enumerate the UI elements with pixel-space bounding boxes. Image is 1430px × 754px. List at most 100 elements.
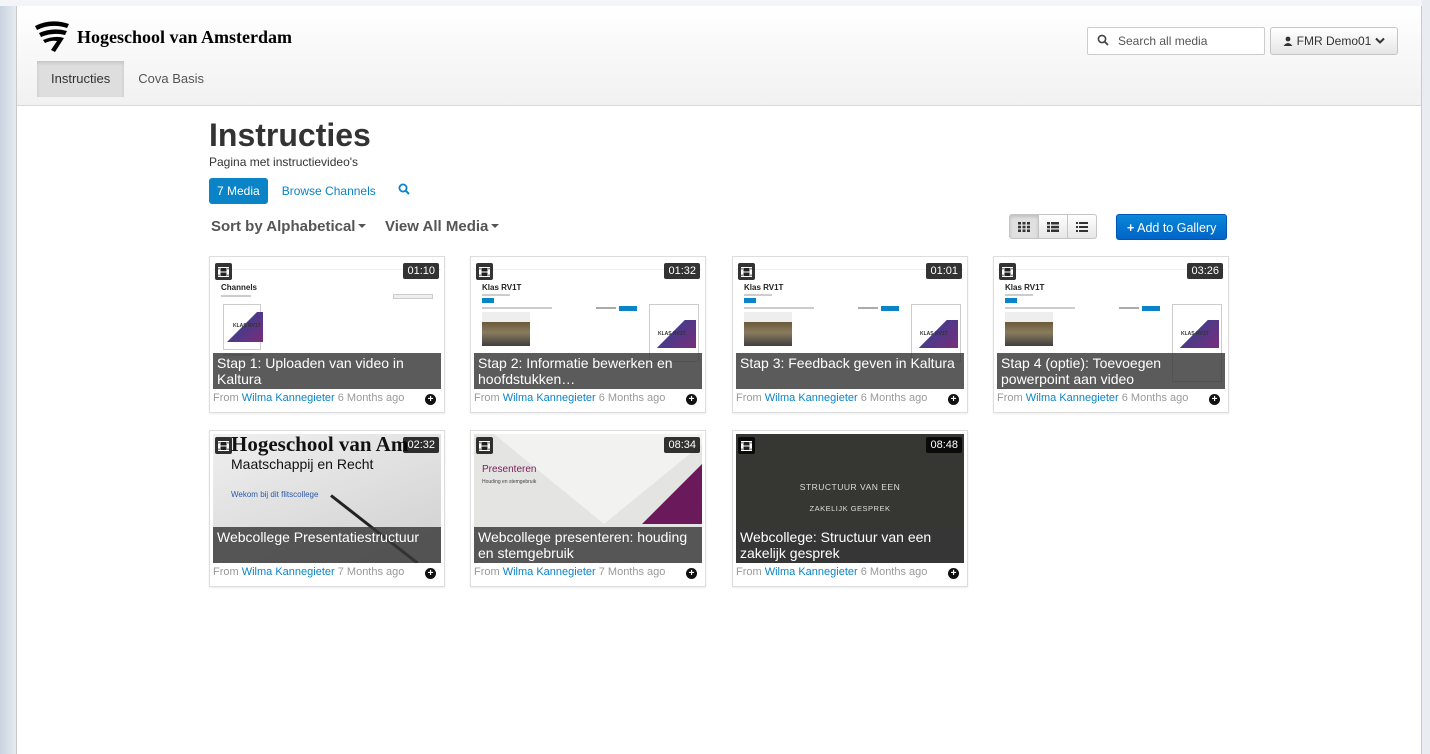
logo-text: Hogeschool van Amsterdam	[77, 26, 292, 47]
thumbnail-subtext: Houding en stemgebruik	[482, 479, 537, 485]
media-title[interactable]: Stap 3: Feedback geven in Kaltura	[736, 353, 964, 389]
sort-dropdown[interactable]: Sort by Alphabetical	[211, 218, 367, 235]
plus-icon: +	[1127, 221, 1135, 235]
duration-badge: 01:10	[403, 263, 439, 279]
detailed-view-button[interactable]	[1038, 214, 1068, 239]
media-title[interactable]: Stap 2: Informatie bewerken en hoofdstuk…	[474, 353, 702, 389]
author-link[interactable]: Wilma Kannegieter	[1026, 392, 1119, 404]
media-age: 6 Months ago	[1121, 392, 1189, 404]
hva-logo-icon	[35, 21, 69, 52]
nav-tab-cova-basis[interactable]: Cova Basis	[124, 61, 218, 97]
media-card: Klas RV1T KLAS RV1T 01:01 Stap 3: Feedba…	[732, 256, 968, 413]
from-label: From	[997, 392, 1023, 404]
media-thumbnail[interactable]: Klas RV1T KLAS RV1T 01:01 Stap 3: Feedba…	[736, 260, 964, 389]
list-icon	[1076, 221, 1088, 232]
media-title[interactable]: Webcollege Presentatiestructuur	[213, 527, 441, 563]
nav-tab-instructies[interactable]: Instructies	[37, 61, 125, 97]
window-right-edge	[1422, 0, 1430, 754]
author-link[interactable]: Wilma Kannegieter	[765, 566, 858, 578]
media-age: 6 Months ago	[337, 392, 405, 404]
duration-badge: 01:01	[926, 263, 962, 279]
from-label: From	[736, 392, 762, 404]
search-box	[1087, 27, 1265, 55]
media-thumbnail[interactable]: Presenteren Houding en stemgebruik 08:34…	[474, 434, 702, 563]
caret-down-icon	[491, 223, 500, 228]
tab-media[interactable]: 7 Media	[209, 178, 268, 204]
media-age: 6 Months ago	[860, 566, 928, 578]
media-thumbnail[interactable]: Hogeschool van Am Maatschappij en Recht …	[213, 434, 441, 563]
thumbnail-text: Presenteren	[482, 464, 537, 475]
duration-badge: 03:26	[1187, 263, 1223, 279]
film-icon	[215, 263, 232, 280]
chevron-down-icon	[1375, 37, 1386, 44]
add-to-gallery-button[interactable]: + Add to Gallery	[1116, 214, 1228, 240]
media-age: 7 Months ago	[337, 566, 405, 578]
view-label: View All Media	[385, 218, 489, 235]
thumbnail-text: Klas RV1T	[482, 283, 522, 292]
media-age: 6 Months ago	[598, 392, 666, 404]
media-title[interactable]: Stap 1: Uploaden van video in Kaltura	[213, 353, 441, 389]
media-thumbnail[interactable]: STRUCTUUR VAN EEN ZAKELIJK GESPREK 08:48…	[736, 434, 964, 563]
grid-view-button[interactable]	[1009, 214, 1039, 239]
th-list-icon	[1047, 221, 1059, 232]
author-link[interactable]: Wilma Kannegieter	[503, 392, 596, 404]
browser-viewport: Hogeschool van Amsterdam Instructies Cov…	[16, 6, 1422, 754]
gallery-search-icon[interactable]	[390, 178, 418, 204]
media-title[interactable]: Stap 4 (optie): Toevoegen powerpoint aan…	[997, 353, 1225, 389]
thumbnail-subtext: ZAKELIJK GESPREK	[809, 504, 891, 513]
gallery-tabs: 7 Media Browse Channels	[209, 178, 1239, 204]
thumbnail-subtext: Maatschappij en Recht	[231, 456, 374, 472]
add-to-playlist-icon[interactable]: +	[686, 568, 697, 579]
media-card: Channels KLAS RV1T 01:10 Stap 1: Uploade…	[209, 256, 445, 413]
thumbnail-text: STRUCTUUR VAN EEN	[799, 482, 901, 492]
film-icon	[476, 437, 493, 454]
media-thumbnail[interactable]: Channels KLAS RV1T 01:10 Stap 1: Uploade…	[213, 260, 441, 389]
duration-badge: 02:32	[403, 437, 439, 453]
media-card: STRUCTUUR VAN EEN ZAKELIJK GESPREK 08:48…	[732, 430, 968, 587]
view-filter-dropdown[interactable]: View All Media	[385, 218, 500, 235]
media-title[interactable]: Webcollege: Structuur van een zakelijk g…	[736, 527, 964, 563]
media-meta: From Wilma Kannegieter 6 Months ago	[213, 392, 404, 404]
list-view-button[interactable]	[1067, 214, 1097, 239]
thumbnail-text: Hogeschool van Am	[231, 434, 409, 456]
grid-icon	[1018, 221, 1030, 232]
media-meta: From Wilma Kannegieter 6 Months ago	[474, 392, 665, 404]
media-meta: From Wilma Kannegieter 6 Months ago	[736, 566, 927, 578]
add-to-gallery-label: Add to Gallery	[1137, 221, 1217, 235]
add-to-playlist-icon[interactable]: +	[948, 568, 959, 579]
gallery-toolbar: Sort by Alphabetical View All Media + Ad…	[209, 214, 1239, 244]
thumbnail-text: Klas RV1T	[744, 283, 784, 292]
media-title[interactable]: Webcollege presenteren: houding en stemg…	[474, 527, 702, 563]
thumbnail-small-text: Wekom bij dit flitscollege	[231, 490, 319, 499]
media-age: 7 Months ago	[598, 566, 666, 578]
page-subtitle: Pagina met instructievideo's	[209, 155, 359, 169]
search-input[interactable]	[1118, 34, 1258, 48]
thumbnail-text: Channels	[221, 283, 258, 292]
thumbnail-text: Klas RV1T	[1005, 283, 1045, 292]
duration-badge: 08:34	[664, 437, 700, 453]
add-to-playlist-icon[interactable]: +	[686, 394, 697, 405]
view-mode-group	[1009, 214, 1097, 239]
add-to-playlist-icon[interactable]: +	[1209, 394, 1220, 405]
add-to-playlist-icon[interactable]: +	[425, 394, 436, 405]
author-link[interactable]: Wilma Kannegieter	[503, 566, 596, 578]
media-thumbnail[interactable]: Klas RV1T KLAS RV1T 03:26 Stap 4 (optie)…	[997, 260, 1225, 389]
media-meta: From Wilma Kannegieter 7 Months ago	[213, 566, 404, 578]
search-icon[interactable]	[1088, 34, 1118, 49]
add-to-playlist-icon[interactable]: +	[948, 394, 959, 405]
from-label: From	[474, 566, 500, 578]
media-thumbnail[interactable]: Klas RV1T KLAS RV1T 01:32 Stap 2: Inform…	[474, 260, 702, 389]
tab-browse-channels[interactable]: Browse Channels	[274, 178, 384, 204]
media-meta: From Wilma Kannegieter 7 Months ago	[474, 566, 665, 578]
main-content: Instructies Pagina met instructievideo's…	[209, 116, 1239, 244]
author-link[interactable]: Wilma Kannegieter	[765, 392, 858, 404]
add-to-playlist-icon[interactable]: +	[425, 568, 436, 579]
caret-down-icon	[358, 223, 367, 228]
site-logo[interactable]: Hogeschool van Amsterdam	[33, 16, 292, 58]
author-link[interactable]: Wilma Kannegieter	[242, 392, 335, 404]
media-meta: From Wilma Kannegieter 6 Months ago	[736, 392, 927, 404]
author-link[interactable]: Wilma Kannegieter	[242, 566, 335, 578]
user-menu-button[interactable]: FMR Demo01	[1270, 27, 1398, 55]
from-label: From	[213, 392, 239, 404]
page-title: Instructies	[209, 117, 371, 153]
